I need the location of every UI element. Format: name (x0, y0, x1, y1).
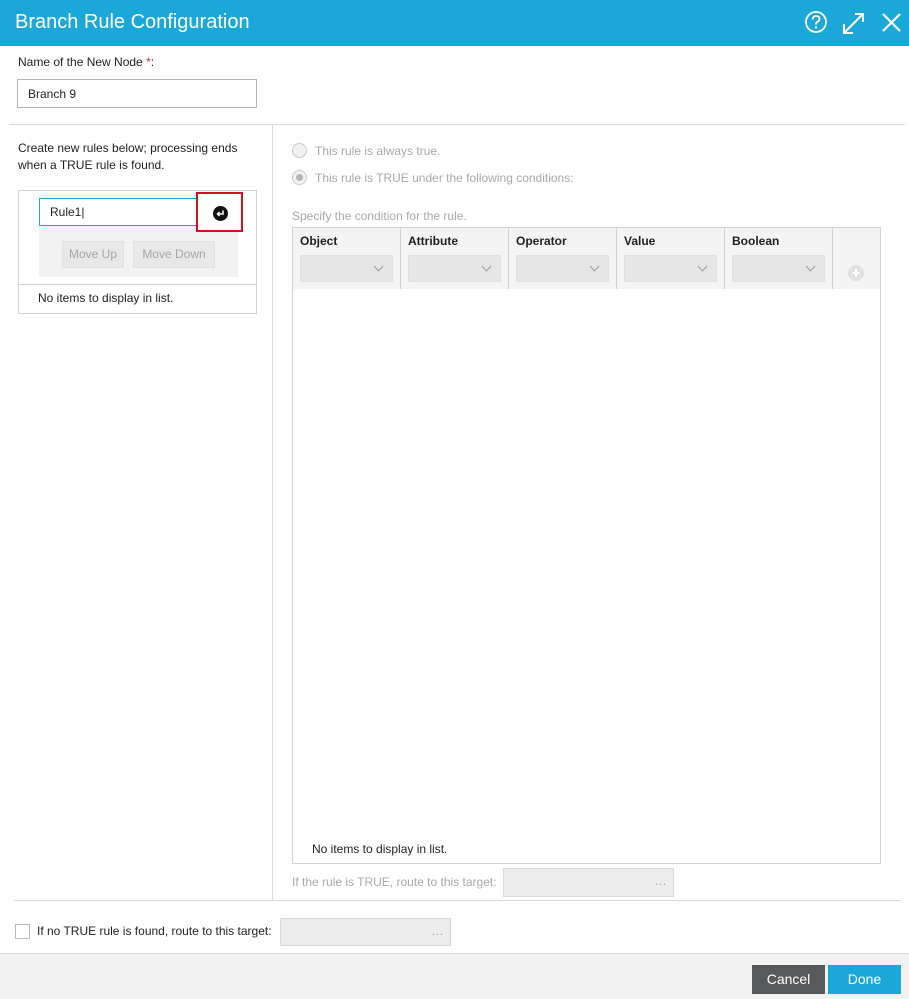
dialog-footer: Cancel Done (0, 953, 909, 999)
conditional-radio[interactable] (292, 170, 307, 185)
cancel-button[interactable]: Cancel (752, 965, 825, 994)
node-name-label-text: Name of the New Node (18, 55, 147, 69)
rules-help-text: Create new rules below; processing ends … (18, 141, 238, 172)
column-header: Object (300, 234, 338, 248)
dialog-title-bar: Branch Rule Configuration (0, 0, 909, 46)
fallback-route-label: If no TRUE rule is found, route to this … (37, 924, 272, 938)
rules-empty-message: No items to display in list. (38, 291, 174, 305)
true-route-label: If the rule is TRUE, route to this targe… (292, 875, 497, 889)
column-operator: Operator (509, 228, 617, 289)
column-boolean: Boolean (725, 228, 833, 289)
divider-bottom (14, 900, 901, 901)
column-header: Attribute (408, 234, 458, 248)
enter-icon (213, 206, 228, 221)
help-icon[interactable] (803, 9, 831, 37)
move-down-button[interactable]: Move Down (133, 241, 215, 268)
conditions-empty-message: No items to display in list. (312, 842, 448, 856)
conditional-label: This rule is TRUE under the following co… (315, 170, 574, 185)
object-select[interactable] (300, 255, 393, 282)
always-true-label: This rule is always true. (315, 143, 441, 158)
node-name-label: Name of the New Node *: (18, 55, 154, 69)
column-value: Value (617, 228, 725, 289)
condition-spec-label: Specify the condition for the rule. (292, 209, 467, 223)
fallback-route-target-field[interactable]: ... (280, 918, 451, 946)
chevron-down-icon (481, 261, 492, 272)
node-name-label-colon: : (150, 55, 155, 69)
column-attribute: Attribute (401, 228, 509, 289)
add-condition-icon[interactable] (848, 265, 864, 281)
rule-name-input[interactable] (39, 198, 199, 226)
add-rule-button[interactable] (196, 192, 243, 232)
conditions-table-header: Object Attribute Operator Value Boolean (293, 228, 880, 289)
chevron-down-icon (373, 261, 384, 272)
dialog-title: Branch Rule Configuration (15, 11, 250, 33)
column-header: Operator (516, 234, 567, 248)
fallback-route-checkbox[interactable] (15, 924, 30, 939)
browse-icon: ... (431, 926, 444, 938)
divider-vertical (272, 124, 273, 901)
done-button[interactable]: Done (828, 965, 901, 994)
attribute-select[interactable] (408, 255, 501, 282)
column-object: Object (293, 228, 401, 289)
rules-list-divider (19, 284, 256, 285)
chevron-down-icon (805, 261, 816, 272)
divider-top (9, 124, 905, 125)
always-true-option[interactable]: This rule is always true. (292, 143, 440, 158)
rules-list-panel: Move Up Move Down No items to display in… (18, 190, 257, 314)
operator-select[interactable] (516, 255, 609, 282)
browse-icon: ... (654, 876, 667, 888)
always-true-radio[interactable] (292, 143, 307, 158)
true-route-target-field[interactable]: ... (503, 868, 674, 897)
chevron-down-icon (697, 261, 708, 272)
expand-icon[interactable] (840, 9, 868, 37)
value-select[interactable] (624, 255, 717, 282)
move-up-button[interactable]: Move Up (62, 241, 124, 268)
chevron-down-icon (589, 261, 600, 272)
node-name-input[interactable] (17, 79, 257, 108)
close-icon[interactable] (878, 9, 906, 37)
column-header: Value (624, 234, 656, 248)
conditional-option[interactable]: This rule is TRUE under the following co… (292, 170, 574, 185)
conditions-table: Object Attribute Operator Value Boolean … (292, 227, 881, 864)
column-header: Boolean (732, 234, 780, 248)
boolean-select[interactable] (732, 255, 825, 282)
